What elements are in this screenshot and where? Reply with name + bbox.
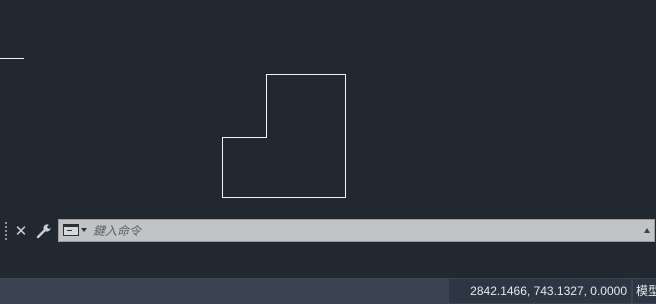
command-input[interactable] [93,221,633,240]
canvas-lower-strip [0,244,656,278]
command-line-bar: ✕ [0,218,656,244]
drawing-canvas[interactable] [0,0,656,218]
drawing-area[interactable] [0,0,656,218]
command-input-box[interactable] [58,219,655,242]
wrench-icon[interactable] [34,221,54,241]
tab-model[interactable]: 模型 [633,279,656,303]
chevron-down-icon[interactable] [81,228,87,232]
coordinate-readout[interactable]: 2842.1466, 743.1327, 0.0000 [449,279,631,303]
command-prompt-icon[interactable] [63,224,79,236]
status-bar: 2842.1466, 743.1327, 0.0000 模型 [0,278,656,304]
close-icon[interactable]: ✕ [13,221,29,241]
l-shaped-polyline[interactable] [222,74,346,198]
status-bar-left-area [0,278,446,304]
chevron-up-icon[interactable] [644,228,650,233]
drag-handle-icon[interactable] [3,222,9,240]
